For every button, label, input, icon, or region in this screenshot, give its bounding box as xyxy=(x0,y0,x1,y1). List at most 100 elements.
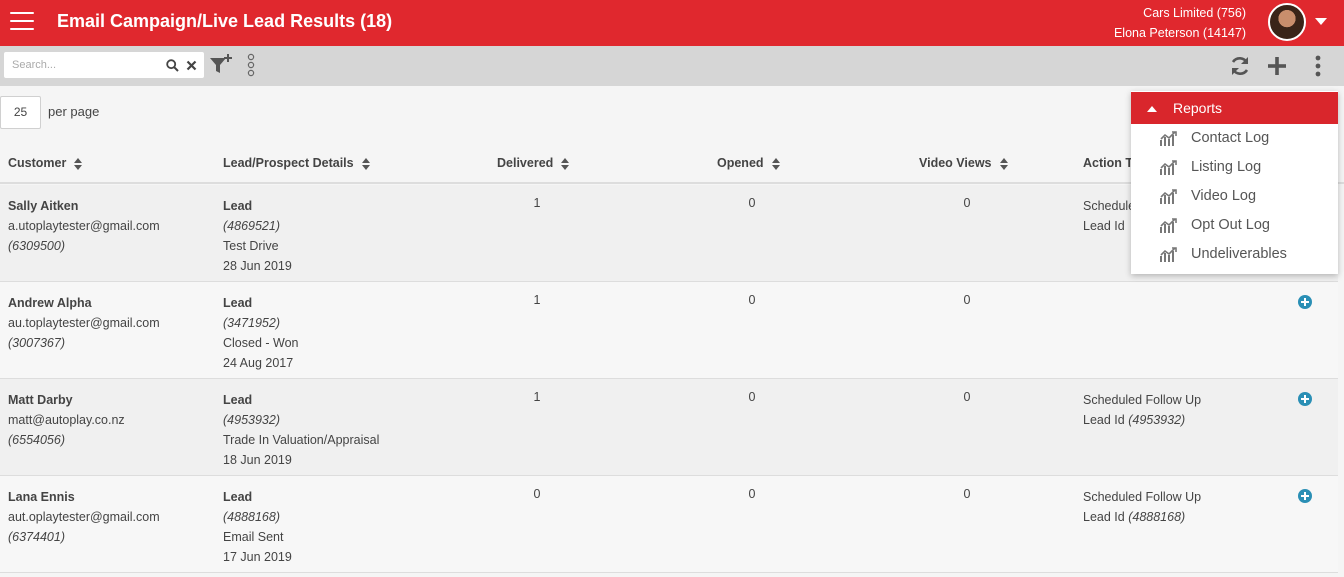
customer-id: (6374401) xyxy=(8,530,65,544)
sort-icon[interactable] xyxy=(361,157,370,170)
filter-add-icon[interactable] xyxy=(209,53,235,77)
menu-item-contact-log[interactable]: Contact Log xyxy=(1131,124,1338,153)
table-row[interactable]: Lana Ennis aut.oplaytester@gmail.com (63… xyxy=(0,476,1338,573)
column-header-action[interactable]: Action T xyxy=(1083,156,1133,170)
page-title: Email Campaign/Live Lead Results (18) xyxy=(57,11,393,31)
lead-type[interactable]: Lead xyxy=(223,487,292,507)
column-header-delivered[interactable]: Delivered xyxy=(497,156,570,170)
customer-name[interactable]: Lana Ennis xyxy=(8,487,160,507)
action-lead-prefix: Lead Id xyxy=(1083,413,1125,427)
chart-line-icon xyxy=(1160,189,1177,204)
action-title[interactable]: Scheduled Follow Up xyxy=(1083,390,1201,410)
customer-email: matt@autoplay.co.nz xyxy=(8,413,125,427)
delivered-count: 1 xyxy=(533,293,541,307)
lead-id: (4953932) xyxy=(223,413,280,427)
action-lead-id: (4953932) xyxy=(1128,413,1186,427)
chart-line-icon xyxy=(1160,218,1177,233)
lead-type[interactable]: Lead xyxy=(223,293,299,313)
action-title[interactable]: Scheduled Follow Up xyxy=(1083,487,1201,507)
customer-id: (6309500) xyxy=(8,239,65,253)
menu-item-video-log[interactable]: Video Log xyxy=(1131,182,1338,211)
opened-count: 0 xyxy=(748,196,756,210)
action-cell: Scheduled Follow Up Lead Id (4953932) xyxy=(1083,390,1201,430)
lead-details-cell: Lead (4869521) Test Drive 28 Jun 2019 xyxy=(223,196,292,276)
user-name: Elona Peterson (14147) xyxy=(1113,26,1246,40)
refresh-icon[interactable] xyxy=(1229,55,1251,77)
account-info[interactable]: Cars Limited (756) Elona Peterson (14147… xyxy=(1114,3,1246,43)
lead-date: 18 Jun 2019 xyxy=(223,453,292,467)
search-icon[interactable] xyxy=(166,59,179,72)
sort-icon[interactable] xyxy=(771,157,780,170)
table-row[interactable]: Andrew Alpha au.toplaytester@gmail.com (… xyxy=(0,282,1338,379)
opened-count: 0 xyxy=(748,293,756,307)
lead-details-cell: Lead (3471952) Closed - Won 24 Aug 2017 xyxy=(223,293,299,373)
column-header-video-views[interactable]: Video Views xyxy=(919,156,1008,170)
caret-down-icon[interactable] xyxy=(1315,18,1327,25)
add-action-icon[interactable] xyxy=(1298,489,1312,503)
add-icon[interactable] xyxy=(1267,56,1287,76)
chart-line-icon xyxy=(1160,160,1177,175)
table-row[interactable]: Matt Darby matt@autoplay.co.nz (6554056)… xyxy=(0,379,1338,476)
customer-name[interactable]: Andrew Alpha xyxy=(8,293,160,313)
action-lead-prefix: Lead Id xyxy=(1083,510,1125,524)
action-lead-prefix: Lead Id xyxy=(1083,219,1125,233)
video-views-count: 0 xyxy=(963,390,971,404)
sort-icon[interactable] xyxy=(74,157,83,170)
video-views-count: 0 xyxy=(963,487,971,501)
per-page-select[interactable]: 25 xyxy=(0,96,41,129)
lead-status: Trade In Valuation/Appraisal xyxy=(223,433,380,447)
sort-icon[interactable] xyxy=(999,157,1008,170)
customer-email: aut.oplaytester@gmail.com xyxy=(8,510,160,524)
search-input[interactable] xyxy=(12,55,162,75)
customer-email: au.toplaytester@gmail.com xyxy=(8,316,160,330)
delivered-count: 0 xyxy=(533,487,541,501)
column-toggle-icon[interactable] xyxy=(245,53,257,79)
lead-id: (4888168) xyxy=(223,510,280,524)
customer-id: (6554056) xyxy=(8,433,65,447)
toolbar xyxy=(0,46,1344,86)
menu-item-listing-log[interactable]: Listing Log xyxy=(1131,153,1338,182)
lead-type[interactable]: Lead xyxy=(223,196,292,216)
video-views-count: 0 xyxy=(963,196,971,210)
top-app-bar: Email Campaign/Live Lead Results (18) Ca… xyxy=(0,0,1344,46)
add-action-icon[interactable] xyxy=(1298,295,1312,309)
lead-status: Email Sent xyxy=(223,530,284,544)
delivered-count: 1 xyxy=(533,196,541,210)
delivered-count: 1 xyxy=(533,390,541,404)
lead-status: Closed - Won xyxy=(223,336,299,350)
chart-line-icon xyxy=(1160,247,1177,262)
lead-date: 17 Jun 2019 xyxy=(223,550,292,564)
search-box xyxy=(4,52,204,78)
hamburger-menu-icon[interactable] xyxy=(10,12,34,32)
reports-menu: Reports Contact Log Listing Log Video Lo… xyxy=(1131,91,1338,274)
lead-type[interactable]: Lead xyxy=(223,390,379,410)
menu-item-opt-out-log[interactable]: Opt Out Log xyxy=(1131,211,1338,240)
customer-name[interactable]: Matt Darby xyxy=(8,390,125,410)
lead-id: (4869521) xyxy=(223,219,280,233)
lead-details-cell: Lead (4888168) Email Sent 17 Jun 2019 xyxy=(223,487,292,567)
action-cell: Scheduled Follow Up Lead Id (4888168) xyxy=(1083,487,1201,527)
clear-icon[interactable] xyxy=(186,60,197,71)
reports-menu-header[interactable]: Reports xyxy=(1131,92,1338,124)
add-action-icon[interactable] xyxy=(1298,392,1312,406)
customer-cell: Sally Aitken a.utoplaytester@gmail.com (… xyxy=(8,196,160,256)
action-lead-id: (4888168) xyxy=(1128,510,1186,524)
per-page-label: per page xyxy=(48,104,100,119)
customer-cell: Andrew Alpha au.toplaytester@gmail.com (… xyxy=(8,293,160,353)
lead-date: 24 Aug 2017 xyxy=(223,356,294,370)
caret-up-icon xyxy=(1147,106,1157,112)
menu-item-undeliverables[interactable]: Undeliverables xyxy=(1131,240,1338,269)
lead-details-cell: Lead (4953932) Trade In Valuation/Apprai… xyxy=(223,390,379,470)
opened-count: 0 xyxy=(748,487,756,501)
avatar[interactable] xyxy=(1268,3,1306,41)
sort-icon[interactable] xyxy=(561,157,570,170)
more-vert-icon[interactable] xyxy=(1313,55,1323,77)
lead-status: Test Drive xyxy=(223,239,279,253)
chart-line-icon xyxy=(1160,131,1177,146)
column-header-customer[interactable]: Customer xyxy=(8,156,83,170)
customer-name[interactable]: Sally Aitken xyxy=(8,196,160,216)
lead-id: (3471952) xyxy=(223,316,280,330)
column-header-lead-details[interactable]: Lead/Prospect Details xyxy=(223,156,370,170)
lead-date: 28 Jun 2019 xyxy=(223,259,292,273)
column-header-opened[interactable]: Opened xyxy=(717,156,780,170)
